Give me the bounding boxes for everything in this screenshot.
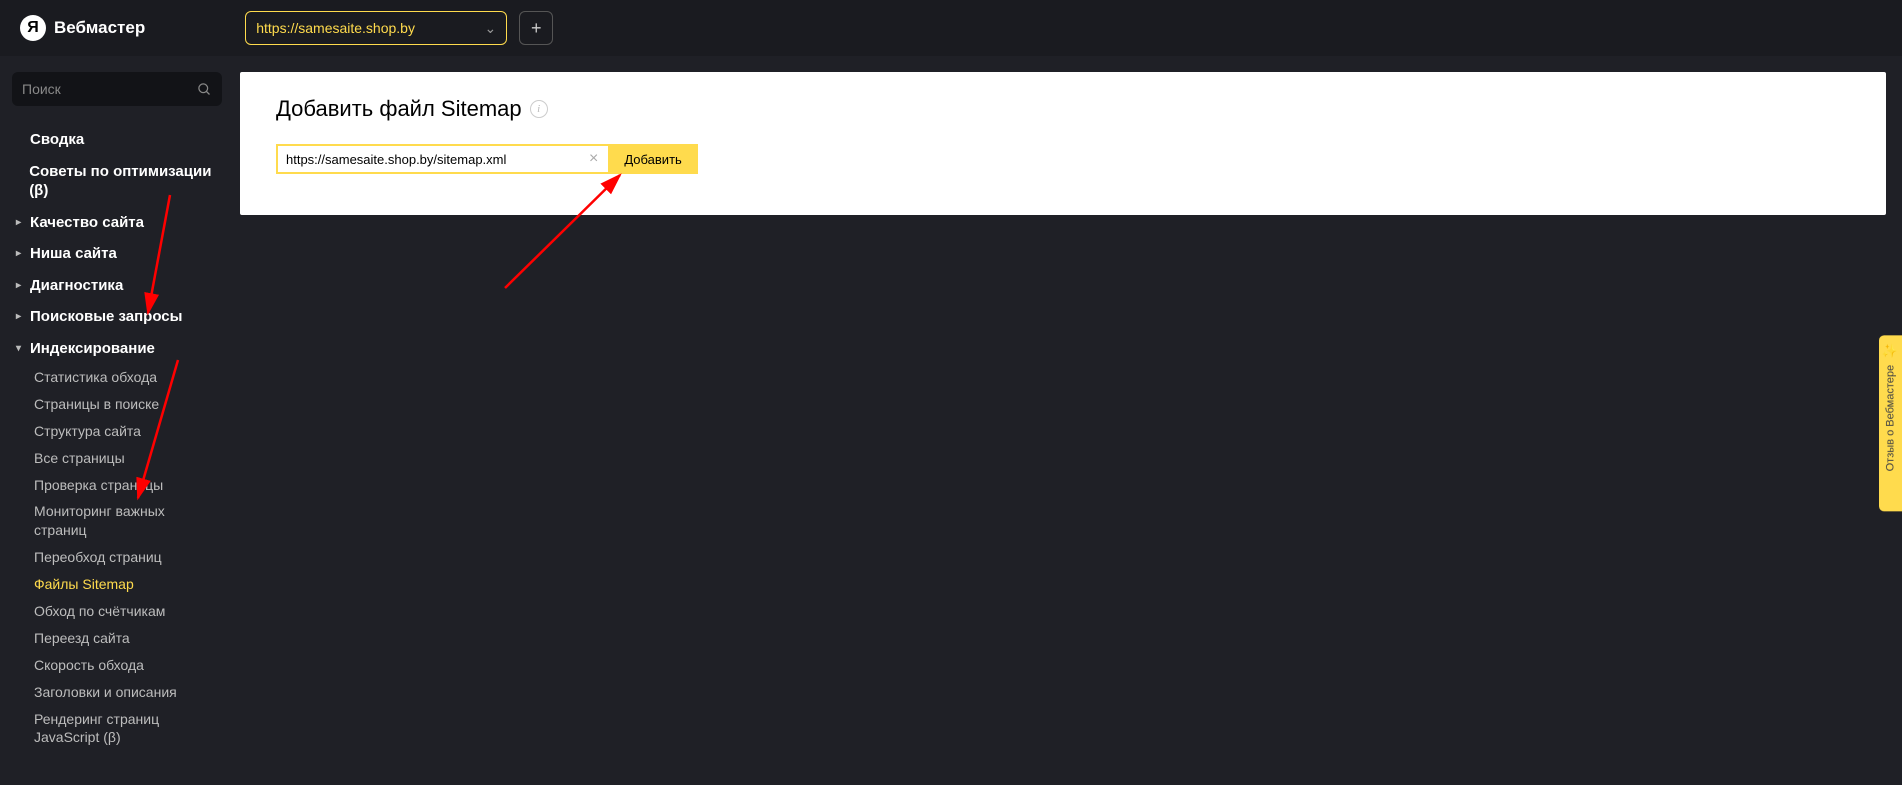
caret-right-icon: ▸ xyxy=(16,216,26,229)
sidebar-subitem-titles-descriptions[interactable]: Заголовки и описания xyxy=(12,679,222,706)
search-icon xyxy=(197,82,212,97)
yandex-logo-icon: Я xyxy=(20,15,46,41)
plus-icon: + xyxy=(531,18,542,39)
content: Добавить файл Sitemap i × Добавить xyxy=(234,56,1902,785)
sidebar: Поиск ▶Сводка ▶Советы по оптимизации (β)… xyxy=(0,56,234,785)
sidebar-subitem-crawl-stats[interactable]: Статистика обхода xyxy=(12,364,222,391)
sidebar-item-summary[interactable]: ▶Сводка xyxy=(12,124,222,156)
sidebar-subitem-counter-crawl[interactable]: Обход по счётчикам xyxy=(12,598,222,625)
clear-input-icon[interactable]: × xyxy=(589,150,598,168)
product-name: Вебмастер xyxy=(54,18,145,38)
sidebar-item-indexing[interactable]: ▾ Индексирование xyxy=(12,333,222,365)
search-input[interactable]: Поиск xyxy=(12,72,222,106)
sidebar-item-label: Индексирование xyxy=(30,339,155,359)
search-placeholder: Поиск xyxy=(22,81,61,97)
caret-down-icon: ▾ xyxy=(16,342,26,355)
sitemap-url-row: × Добавить xyxy=(276,144,1850,174)
sidebar-subitem-crawl-rate[interactable]: Скорость обхода xyxy=(12,652,222,679)
sidebar-item-label: Поисковые запросы xyxy=(30,307,182,327)
sidebar-item-site-quality[interactable]: ▸ Качество сайта xyxy=(12,207,222,239)
caret-right-icon: ▸ xyxy=(16,310,26,323)
sitemap-url-input[interactable] xyxy=(276,144,611,174)
caret-right-icon: ▸ xyxy=(16,247,26,260)
feedback-label: Отзыв о Вебмастере xyxy=(1885,365,1897,471)
sidebar-subitem-site-move[interactable]: Переезд сайта xyxy=(12,625,222,652)
logo[interactable]: Я Вебмастер xyxy=(20,15,145,41)
sidebar-subitem-recrawl[interactable]: Переобход страниц xyxy=(12,544,222,571)
panel-title-text: Добавить файл Sitemap xyxy=(276,96,522,122)
sidebar-item-label: Качество сайта xyxy=(30,213,144,233)
info-icon[interactable]: i xyxy=(530,100,548,118)
sidebar-subitem-all-pages[interactable]: Все страницы xyxy=(12,445,222,472)
main: Поиск ▶Сводка ▶Советы по оптимизации (β)… xyxy=(0,56,1902,785)
add-sitemap-panel: Добавить файл Sitemap i × Добавить xyxy=(240,72,1886,215)
sidebar-item-optimization-tips[interactable]: ▶Советы по оптимизации (β) xyxy=(12,156,222,207)
chevron-down-icon: ⌄ xyxy=(484,20,496,37)
sidebar-subitem-page-check[interactable]: Проверка страницы xyxy=(12,472,222,499)
sidebar-subitem-sitemap-files[interactable]: Файлы Sitemap xyxy=(12,571,222,598)
add-sitemap-button[interactable]: Добавить xyxy=(608,144,697,174)
sidebar-item-diagnostics[interactable]: ▸ Диагностика xyxy=(12,270,222,302)
sidebar-item-search-queries[interactable]: ▸ Поисковые запросы xyxy=(12,301,222,333)
sidebar-item-label: Ниша сайта xyxy=(30,244,117,264)
feedback-tab[interactable]: Отзыв о Вебмастере ✨ xyxy=(1879,335,1902,511)
sidebar-item-niche[interactable]: ▸ Ниша сайта xyxy=(12,238,222,270)
panel-title: Добавить файл Sitemap i xyxy=(276,96,1850,122)
site-selector-value: https://samesaite.shop.by xyxy=(256,20,415,36)
sidebar-item-label: Диагностика xyxy=(30,276,123,296)
add-site-button[interactable]: + xyxy=(519,11,553,45)
sidebar-subitem-pages-in-search[interactable]: Страницы в поиске xyxy=(12,391,222,418)
topbar: Я Вебмастер https://samesaite.shop.by ⌄ … xyxy=(0,0,1902,56)
sidebar-subitem-site-structure[interactable]: Структура сайта xyxy=(12,418,222,445)
magic-wand-icon: ✨ xyxy=(1883,343,1898,359)
site-selector[interactable]: https://samesaite.shop.by ⌄ xyxy=(245,11,507,45)
sidebar-subitem-important-monitoring[interactable]: Мониторинг важных страниц xyxy=(12,498,222,544)
sidebar-subitem-js-rendering[interactable]: Рендеринг страниц JavaScript (β) xyxy=(12,706,222,752)
sidebar-item-label: Сводка xyxy=(30,130,84,150)
caret-right-icon: ▸ xyxy=(16,279,26,292)
sidebar-item-label: Советы по оптимизации (β) xyxy=(29,162,218,201)
